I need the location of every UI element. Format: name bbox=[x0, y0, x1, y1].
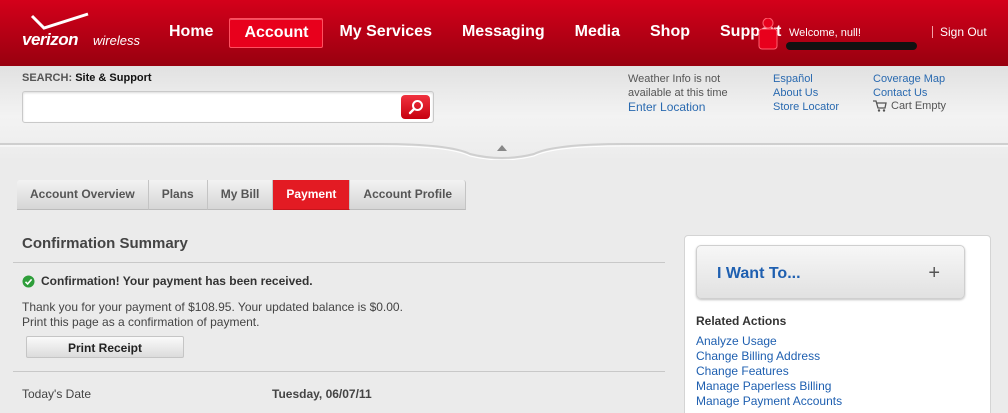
search-button[interactable] bbox=[401, 95, 430, 119]
analyze-usage-link[interactable]: Analyze Usage bbox=[696, 334, 842, 349]
tab-account-overview[interactable]: Account Overview bbox=[17, 180, 149, 210]
cart-icon bbox=[873, 100, 887, 112]
print-instructions-line: Print this page as a confirmation of pay… bbox=[22, 315, 260, 329]
change-features-link[interactable]: Change Features bbox=[696, 364, 842, 379]
search-label-prefix: SEARCH: bbox=[22, 72, 73, 84]
plus-icon: + bbox=[928, 262, 940, 284]
change-billing-address-link[interactable]: Change Billing Address bbox=[696, 349, 842, 364]
cart-status[interactable]: Cart Empty bbox=[873, 100, 946, 112]
manage-paperless-billing-link[interactable]: Manage Paperless Billing bbox=[696, 379, 842, 394]
manage-payment-accounts-link[interactable]: Manage Payment Accounts bbox=[696, 394, 842, 409]
account-tabs: Account Overview Plans My Bill Payment A… bbox=[17, 180, 467, 210]
search-input[interactable] bbox=[29, 97, 394, 117]
search-label: SEARCH: Site & Support bbox=[22, 72, 152, 84]
contact-us-link[interactable]: Contact Us bbox=[873, 86, 945, 100]
confirmation-text: Confirmation! Your payment has been rece… bbox=[41, 274, 313, 288]
utility-links-col1: Español About Us Store Locator bbox=[773, 72, 839, 114]
enter-location-link[interactable]: Enter Location bbox=[628, 100, 705, 114]
search-icon bbox=[408, 100, 423, 115]
weather-line-2: available at this time bbox=[628, 87, 728, 99]
tab-plans[interactable]: Plans bbox=[148, 180, 208, 210]
payment-details: Thank you for your payment of $108.95. Y… bbox=[22, 300, 403, 330]
search-label-scope: Site & Support bbox=[75, 72, 152, 84]
coverage-map-link[interactable]: Coverage Map bbox=[873, 72, 945, 86]
nav-account[interactable]: Account bbox=[229, 18, 324, 48]
welcome-text: Welcome, null! bbox=[789, 27, 861, 39]
store-locator-link[interactable]: Store Locator bbox=[773, 100, 839, 114]
todays-date-label: Today's Date bbox=[22, 387, 91, 401]
verizon-logo[interactable]: verizon wireless bbox=[22, 10, 147, 54]
related-actions-list: Analyze Usage Change Billing Address Cha… bbox=[696, 334, 842, 409]
tab-my-bill[interactable]: My Bill bbox=[207, 180, 274, 210]
confirmation-message: Confirmation! Your payment has been rece… bbox=[22, 274, 313, 288]
fold-arrow-icon[interactable] bbox=[497, 144, 507, 151]
page-title: Confirmation Summary bbox=[22, 235, 188, 252]
main-nav: Home Account My Services Messaging Media… bbox=[155, 18, 797, 48]
logo-sub: wireless bbox=[93, 33, 140, 48]
nav-support[interactable]: Support bbox=[706, 18, 795, 48]
checkmark-circle-icon bbox=[22, 275, 35, 287]
espanol-link[interactable]: Español bbox=[773, 72, 839, 86]
nav-shop[interactable]: Shop bbox=[636, 18, 704, 48]
todays-date-value: Tuesday, 06/07/11 bbox=[272, 387, 372, 401]
search-box bbox=[22, 91, 434, 123]
person-icon bbox=[758, 18, 778, 50]
top-nav-bar: verizon wireless Home Account My Service… bbox=[0, 0, 1008, 66]
logo-brand: verizon bbox=[22, 30, 79, 49]
nav-messaging[interactable]: Messaging bbox=[448, 18, 559, 48]
i-want-to-label: I Want To... bbox=[717, 265, 801, 282]
weather-line-1: Weather Info is not bbox=[628, 73, 721, 85]
payment-thanks-line: Thank you for your payment of $108.95. Y… bbox=[22, 300, 403, 314]
tab-payment[interactable]: Payment bbox=[273, 180, 351, 210]
signout-divider bbox=[932, 26, 933, 38]
print-receipt-button[interactable]: Print Receipt bbox=[26, 336, 184, 358]
title-divider bbox=[13, 262, 665, 263]
nav-my-services[interactable]: My Services bbox=[325, 18, 446, 48]
redacted-account-name bbox=[786, 42, 917, 50]
nav-home[interactable]: Home bbox=[155, 18, 227, 48]
sign-out-link[interactable]: Sign Out bbox=[940, 25, 987, 39]
i-want-to-dropdown[interactable]: I Want To... + bbox=[696, 245, 965, 299]
related-actions-title: Related Actions bbox=[696, 314, 787, 328]
side-panel: I Want To... + Related Actions Analyze U… bbox=[684, 235, 991, 413]
cart-text: Cart Empty bbox=[891, 100, 947, 112]
weather-info: Weather Info is not available at this ti… bbox=[628, 72, 748, 100]
utility-links-col2: Coverage Map Contact Us bbox=[873, 72, 945, 100]
tab-account-profile[interactable]: Account Profile bbox=[350, 180, 467, 210]
about-us-link[interactable]: About Us bbox=[773, 86, 839, 100]
nav-media[interactable]: Media bbox=[561, 18, 634, 48]
summary-divider bbox=[13, 371, 665, 372]
